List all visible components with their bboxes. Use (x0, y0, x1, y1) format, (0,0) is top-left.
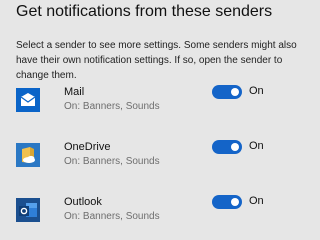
notification-senders-panel: Get notifications from these senders Sel… (0, 0, 320, 236)
onedrive-notifications-toggle[interactable] (212, 140, 242, 154)
section-title: Get notifications from these senders (16, 3, 273, 20)
toggle-state-label: On (249, 140, 264, 152)
onedrive-icon (16, 143, 40, 167)
outlook-icon (16, 198, 40, 222)
toggle-state-label: On (249, 195, 264, 207)
sender-name: Mail (64, 86, 85, 98)
toggle-knob (231, 198, 239, 206)
sender-name: Outlook (64, 196, 102, 208)
toggle-state-label: On (249, 85, 264, 97)
mail-notifications-toggle[interactable] (212, 85, 242, 99)
sender-status: On: Banners, Sounds (64, 211, 160, 222)
sender-row-outlook[interactable]: Outlook On: Banners, Sounds On (16, 194, 312, 228)
sender-status: On: Banners, Sounds (64, 101, 160, 112)
sender-status: On: Banners, Sounds (64, 156, 160, 167)
sender-name: OneDrive (64, 141, 111, 153)
toggle-knob (231, 143, 239, 151)
toggle-knob (231, 88, 239, 96)
mail-icon (16, 88, 40, 112)
section-description: Select a sender to see more settings. So… (16, 40, 297, 81)
outlook-notifications-toggle[interactable] (212, 195, 242, 209)
sender-row-onedrive[interactable]: OneDrive On: Banners, Sounds On (16, 139, 312, 173)
sender-row-mail[interactable]: Mail On: Banners, Sounds On (16, 84, 312, 118)
